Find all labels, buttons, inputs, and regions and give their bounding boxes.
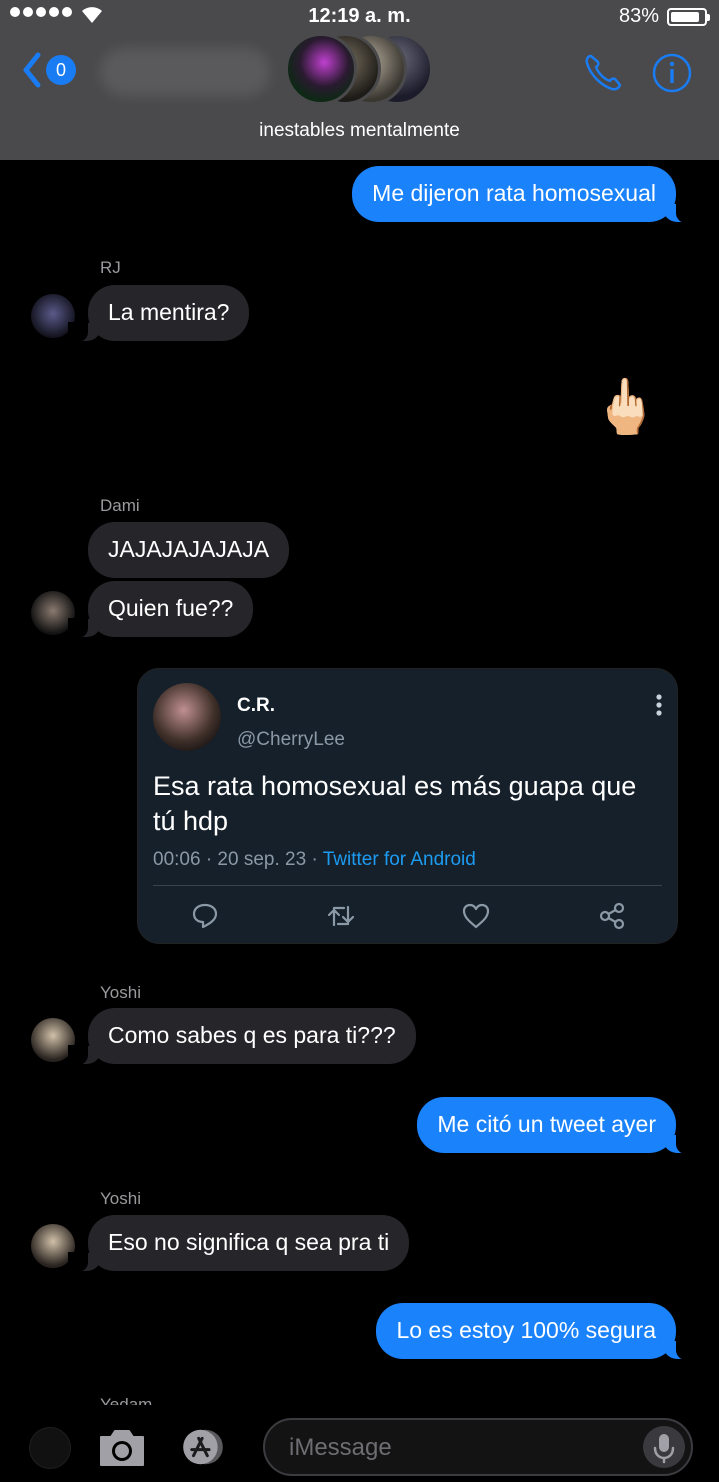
tweet-source: Twitter for Android (322, 849, 476, 870)
emoji-message[interactable]: 🖕🏻 (592, 380, 659, 434)
status-bar: 12:19 a. m. 83% (0, 0, 719, 34)
reply-icon (192, 903, 218, 929)
sender-name: Yoshi (100, 1189, 141, 1208)
message-input-placeholder: iMessage (289, 1434, 392, 1461)
group-avatar (285, 33, 357, 105)
status-time: 12:19 a. m. (308, 5, 411, 27)
share-icon (599, 902, 625, 930)
incoming-message[interactable]: Como sabes q es para ti??? (68, 1008, 416, 1065)
tweet-author-handle: @CherryLee (237, 729, 345, 750)
apps-button[interactable] (29, 1427, 71, 1469)
battery-icon (667, 8, 710, 26)
battery-percentage: 83% (618, 5, 659, 27)
tweet-meta: 00:06 · 20 sep. 23 · Twitter for Android (153, 849, 476, 871)
microphone-button[interactable] (643, 1426, 685, 1468)
conversation-header: 12:19 a. m. 83% 0 inestables mentalmente (0, 0, 719, 160)
tweet-timestamp: 00:06 · 20 sep. 23 · (153, 849, 323, 870)
like-icon (462, 903, 490, 929)
incoming-message[interactable]: Eso no significa q sea pra ti (67, 1215, 410, 1272)
tweet-card[interactable]: C.R. @CherryLee Esa rata homosexual es m… (137, 668, 678, 944)
sender-name: Dami (100, 496, 140, 515)
sender-name: RJ (100, 258, 121, 277)
phone-icon[interactable] (582, 52, 624, 94)
tweet-author-name: C.R. (237, 695, 275, 716)
group-avatars[interactable] (285, 33, 445, 107)
app-store-icon[interactable] (178, 1423, 228, 1471)
more-options-icon (656, 694, 662, 716)
unread-badge: 0 (46, 55, 76, 85)
outgoing-message[interactable]: Me dijeron rata homosexual (352, 166, 696, 223)
incoming-message[interactable]: La mentira? (67, 285, 250, 342)
tweet-avatar (153, 683, 221, 751)
incoming-message[interactable]: JAJAJAJAJAJA (88, 522, 290, 578)
message-input[interactable]: iMessage (263, 1418, 693, 1476)
info-icon[interactable] (651, 52, 693, 94)
outgoing-message[interactable]: Me citó un tweet ayer (417, 1097, 696, 1154)
message-composer: iMessage (0, 1405, 719, 1482)
tweet-text: Esa rata homosexual es más guapa que tú … (153, 771, 637, 837)
blurred-region (100, 48, 270, 96)
message-thread[interactable]: Me dijeron rata homosexual RJ La mentira… (0, 160, 719, 1414)
back-button[interactable]: 0 (22, 52, 76, 88)
divider (153, 885, 662, 886)
incoming-message[interactable]: Quien fue?? (67, 581, 254, 638)
microphone-icon (653, 1434, 675, 1464)
outgoing-message[interactable]: Lo es estoy 100% segura (376, 1303, 696, 1360)
retweet-icon (327, 905, 355, 927)
conversation-title[interactable]: inestables mentalmente (0, 120, 719, 142)
tweet-actions (138, 901, 677, 931)
camera-icon[interactable] (97, 1423, 147, 1471)
chevron-left-icon (23, 52, 41, 88)
sender-name: Yoshi (100, 983, 141, 1002)
